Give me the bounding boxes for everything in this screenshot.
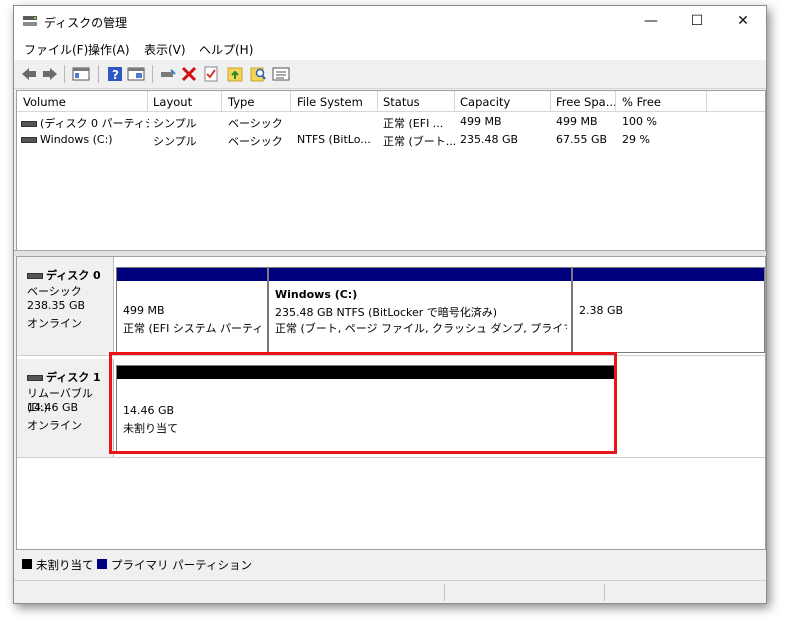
highlight-box (109, 352, 617, 454)
volume-list: Volume Layout Type File System Status Ca… (16, 90, 766, 252)
column-layout[interactable]: Layout (153, 95, 192, 109)
volume-list-header: Volume Layout Type File System Status Ca… (17, 91, 765, 112)
menu-action[interactable]: 操作(A) (88, 41, 130, 58)
table-row[interactable]: Windows (C:) シンプル ベーシック NTFS (BitLo... 正… (17, 132, 765, 149)
folder-up-icon[interactable] (226, 65, 244, 83)
filesystem-cell: NTFS (BitLo... (297, 133, 371, 146)
console-tree-icon[interactable] (72, 65, 90, 83)
disk-management-icon (23, 16, 37, 26)
unallocated-legend-label: 未割り当て (36, 558, 94, 572)
window-title: ディスクの管理 (44, 16, 128, 30)
partition-size: 235.48 GB NTFS (BitLocker で暗号化済み) (275, 306, 498, 319)
column-capacity[interactable]: Capacity (460, 95, 510, 109)
percent-free-cell: 29 % (622, 133, 650, 146)
percent-free-cell: 100 % (622, 115, 657, 128)
capacity-cell: 235.48 GB (460, 133, 519, 146)
minimize-button[interactable]: — (628, 6, 674, 36)
primary-partition-legend-label: プライマリ パーティション (111, 558, 252, 572)
check-icon[interactable] (202, 65, 220, 83)
partition-recovery[interactable]: 2.38 GB (572, 267, 765, 353)
properties-icon[interactable] (127, 65, 145, 83)
volume-icon (21, 137, 37, 143)
partition-size: 499 MB (123, 304, 165, 317)
status-bar (14, 580, 766, 603)
partition-size: 2.38 GB (579, 304, 624, 317)
partition-status: 正常 (EFI システム パーティシ: (123, 322, 263, 335)
type-cell: ベーシック (228, 117, 283, 130)
menu-view[interactable]: 表示(V) (144, 41, 186, 58)
svg-text:?: ? (112, 68, 119, 82)
menu-file[interactable]: ファイル(F) (24, 41, 88, 58)
status-segment (604, 584, 605, 601)
primary-partition-bar (117, 268, 267, 281)
status-segment (444, 584, 445, 601)
column-filesystem[interactable]: File System (297, 95, 363, 109)
partition-status: 正常 (ブート, ページ ファイル, クラッシュ ダンプ, プライマリ パーテ· (275, 322, 567, 335)
disk-1-size: 14.46 GB (27, 401, 79, 414)
column-percent-free[interactable]: % Free (622, 95, 661, 109)
disk-1-name: ディスク 1 (27, 369, 101, 385)
volume-cell: Windows (C:) (21, 133, 149, 146)
disk-icon (27, 375, 43, 381)
type-cell: ベーシック (228, 135, 283, 148)
primary-partition-bar (269, 268, 571, 281)
capacity-cell: 499 MB (460, 115, 502, 128)
layout-cell: シンプル (153, 117, 197, 130)
disk-management-window: ディスクの管理 — ☐ ✕ ファイル(F) 操作(A) 表示(V) ヘルプ(H)… (13, 5, 767, 604)
layout-cell: シンプル (153, 135, 197, 148)
back-arrow-icon[interactable] (20, 65, 38, 83)
volume-icon (21, 121, 37, 127)
menu-help[interactable]: ヘルプ(H) (199, 41, 253, 58)
toolbar: ? (14, 60, 766, 89)
partition-title: Windows (C:) (275, 288, 358, 301)
list-icon[interactable] (272, 65, 290, 83)
volume-cell: (ディスク 0 パーティシ... (21, 115, 149, 131)
forward-arrow-icon[interactable] (41, 65, 59, 83)
table-row[interactable]: (ディスク 0 パーティシ... シンプル ベーシック 正常 (EFI ... … (17, 114, 765, 131)
disk-1-info[interactable]: ディスク 1 リムーバブル (D:) 14.46 GB オンライン (17, 359, 114, 457)
unallocated-legend-swatch (22, 559, 32, 569)
maximize-button[interactable]: ☐ (674, 6, 720, 36)
connect-drive-icon[interactable] (159, 65, 177, 83)
column-free-space[interactable]: Free Spa... (556, 95, 617, 109)
column-volume[interactable]: Volume (23, 95, 66, 109)
disk-0-name: ディスク 0 (27, 267, 101, 283)
disk-0-type: ベーシック (27, 285, 82, 298)
legend: 未割り当て プライマリ パーティション (16, 554, 764, 576)
column-status[interactable]: Status (383, 95, 420, 109)
disk-1-status: オンライン (27, 419, 82, 432)
primary-partition-bar (573, 268, 764, 281)
delete-icon[interactable] (180, 65, 198, 83)
disk-0-info[interactable]: ディスク 0 ベーシック 238.35 GB オンライン (17, 257, 114, 355)
partition-efi[interactable]: 499 MB 正常 (EFI システム パーティシ: (116, 267, 268, 353)
status-cell: 正常 (ブート... (383, 135, 457, 148)
disk-0-status: オンライン (27, 317, 82, 330)
title-bar: ディスクの管理 — ☐ ✕ (14, 6, 766, 36)
partition-windows-c[interactable]: Windows (C:) 235.48 GB NTFS (BitLocker で… (268, 267, 572, 353)
close-button[interactable]: ✕ (720, 6, 766, 36)
search-icon[interactable] (249, 65, 267, 83)
disk-0-size: 238.35 GB (27, 299, 86, 312)
disk-icon (27, 273, 43, 279)
free-space-cell: 67.55 GB (556, 133, 608, 146)
column-type[interactable]: Type (228, 95, 254, 109)
help-icon[interactable]: ? (106, 65, 124, 83)
disk-0-row: ディスク 0 ベーシック 238.35 GB オンライン 499 MB 正常 (… (17, 257, 765, 356)
menu-bar: ファイル(F) 操作(A) 表示(V) ヘルプ(H) (14, 36, 766, 60)
primary-partition-legend-swatch (97, 559, 107, 569)
status-cell: 正常 (EFI ... (383, 117, 444, 130)
free-space-cell: 499 MB (556, 115, 598, 128)
